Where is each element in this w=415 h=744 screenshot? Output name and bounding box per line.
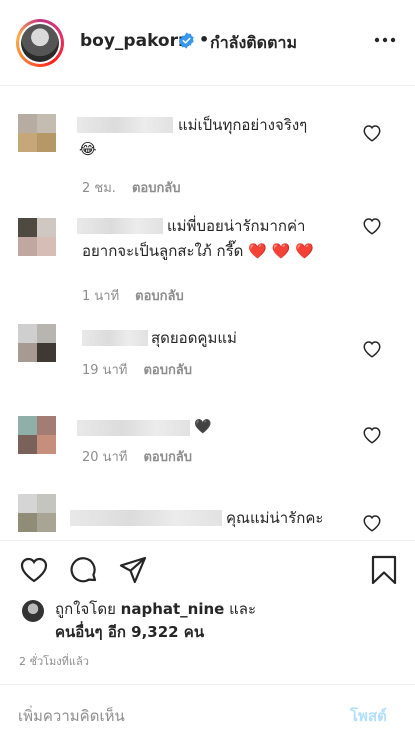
comment-text-line2: 😂 (79, 140, 97, 158)
add-comment-bar: โพสต์ (0, 684, 415, 744)
commenter-avatar[interactable] (18, 416, 56, 454)
likes-line: ถูกใจโดย naphat_nine และ (55, 597, 256, 621)
liker-username[interactable]: naphat_nine (121, 600, 225, 618)
commenter-avatar[interactable] (18, 494, 56, 532)
reply-button[interactable]: ตอบกลับ (143, 450, 192, 465)
commenter-name-blurred[interactable] (70, 510, 222, 526)
likes-suffix: และ (229, 600, 257, 618)
likes-summary: ถูกใจโดย naphat_nine และ คนอื่นๆ อีก 9,3… (0, 596, 415, 646)
comment-meta: 1 นาที ตอบกลับ (82, 285, 184, 306)
post-comment-button[interactable]: โพสต์ (350, 704, 387, 728)
comment-time: 19 นาที (82, 363, 128, 378)
commenter-name-blurred[interactable] (77, 117, 173, 133)
comment-bubble-icon[interactable] (69, 555, 99, 585)
comment-text: 🖤 (194, 419, 212, 435)
likes-others-link[interactable]: คนอื่นๆ อีก 9,322 คน (55, 620, 204, 644)
liker-avatar[interactable] (22, 600, 44, 622)
comment-time: 20 นาที (82, 450, 128, 465)
save-bookmark-icon[interactable] (369, 555, 399, 585)
commenter-avatar[interactable] (18, 114, 56, 152)
comment-text: แม่เป็นทุกอย่างจริงๆ (178, 116, 308, 134)
comment-like-heart-icon[interactable] (362, 514, 382, 532)
comment-text: แม่พี่บอยน่ารักมากค่า (167, 217, 306, 235)
post-action-bar (0, 540, 415, 600)
comment-meta: 20 นาที ตอบกลับ (82, 446, 192, 467)
post-header: boy_pakorn • กำลังติดตาม (0, 0, 415, 86)
comment-time: 2 ชม. (82, 181, 116, 196)
reply-button[interactable]: ตอบกลับ (143, 363, 192, 378)
commenter-name-blurred[interactable] (77, 218, 163, 234)
reply-button[interactable]: ตอบกลับ (132, 181, 181, 196)
comment-text: คุณแม่น่ารักคะ (226, 509, 324, 527)
comments-list[interactable]: แม่เป็นทุกอย่างจริงๆ 😂 2 ชม. ตอบกลับ แม่พ… (0, 86, 415, 540)
commenter-avatar[interactable] (18, 324, 56, 362)
like-heart-icon[interactable] (19, 555, 49, 585)
commenter-avatar[interactable] (18, 218, 56, 256)
profile-avatar[interactable] (16, 19, 64, 67)
more-options-icon[interactable] (374, 32, 396, 48)
verified-badge-icon (179, 32, 194, 49)
comment-text: สุดยอดคูมแม่ (151, 329, 237, 347)
comment-text-line2: อยากจะเป็นลูกสะใภ้ กรี๊ด ❤️ ❤️ ❤️ (82, 242, 314, 260)
comment-like-heart-icon[interactable] (362, 426, 382, 444)
add-comment-input[interactable] (18, 703, 338, 729)
share-send-icon[interactable] (118, 555, 148, 585)
reply-button[interactable]: ตอบกลับ (135, 289, 184, 304)
commenter-name-blurred[interactable] (77, 420, 190, 436)
comment-meta: 2 ชม. ตอบกลับ (82, 177, 181, 198)
comment-like-heart-icon[interactable] (362, 340, 382, 358)
post-timestamp[interactable]: 2 ชั่วโมงที่แล้ว (19, 652, 89, 670)
likes-prefix: ถูกใจโดย (55, 600, 116, 618)
commenter-name-blurred[interactable] (82, 330, 148, 346)
username-link[interactable]: boy_pakorn (80, 31, 190, 51)
comment-like-heart-icon[interactable] (362, 124, 382, 142)
comment-time: 1 นาที (82, 289, 120, 304)
header-separator: • (199, 30, 210, 49)
comment-like-heart-icon[interactable] (362, 217, 382, 235)
following-button[interactable]: กำลังติดตาม (210, 31, 297, 56)
comment-meta: 19 นาที ตอบกลับ (82, 359, 192, 380)
